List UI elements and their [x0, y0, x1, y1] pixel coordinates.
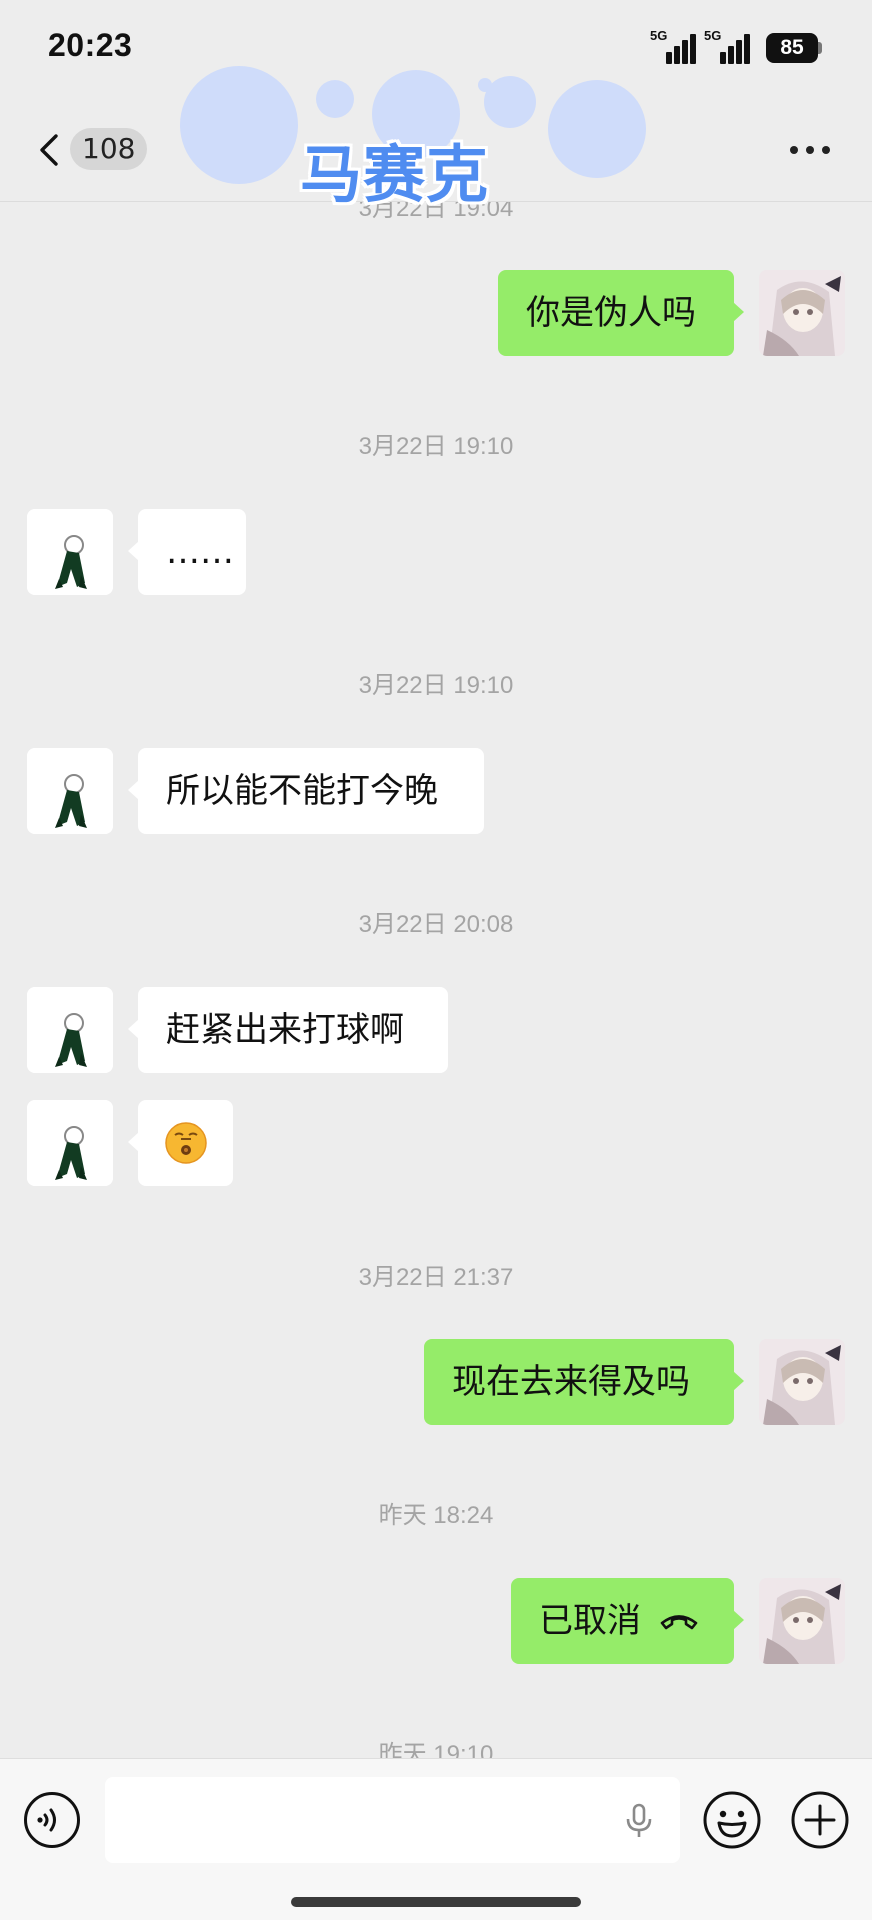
self-avatar[interactable] [759, 270, 845, 356]
battery-icon: 85 [766, 33, 818, 63]
network-type-label: 5G [704, 28, 722, 43]
zipper-mouth-face-icon [164, 1122, 207, 1164]
chat-header: 108 马赛克 [0, 66, 872, 211]
hooded-figure-avatar-image [27, 1100, 113, 1186]
message-bubble-received-emoji[interactable] [128, 1100, 233, 1186]
chat-title: 马赛克 [300, 138, 490, 211]
call-status-label: 已取消 [539, 1601, 641, 1641]
anime-girl-avatar-image [759, 1339, 845, 1425]
call-cancelled-bubble[interactable]: 已取消 [511, 1578, 744, 1664]
home-indicator[interactable] [291, 1897, 581, 1907]
contact-avatar[interactable] [27, 748, 113, 834]
self-avatar[interactable] [759, 1339, 845, 1425]
contact-avatar[interactable] [27, 509, 113, 595]
message-list[interactable]: 3月22日 19:04 你是伪人吗 3月22日 19:10 …… 3月22日 1… [0, 0, 872, 1758]
timestamp: 3月22日 20:08 [358, 911, 514, 938]
timestamp: 昨天 18:24 [378, 1502, 494, 1529]
decorative-bubble [316, 80, 354, 118]
message-bubble-sent[interactable]: 现在去来得及吗 [424, 1339, 744, 1425]
anime-girl-avatar-image [759, 270, 845, 356]
message-bubble-received[interactable]: …… [128, 509, 246, 595]
anime-girl-avatar-image [759, 1578, 845, 1664]
hooded-figure-avatar-image [27, 748, 113, 834]
more-functions-plus-icon[interactable] [790, 1790, 850, 1850]
timestamp: 3月22日 19:10 [358, 433, 514, 460]
signal-strength-icon: 5G [650, 28, 696, 64]
battery-cap [818, 42, 822, 54]
hooded-figure-avatar-image [27, 987, 113, 1073]
microphone-icon[interactable] [624, 1803, 654, 1839]
timestamp: 昨天 19:10 [378, 1741, 494, 1758]
self-avatar[interactable] [759, 1578, 845, 1664]
hooded-figure-avatar-image [27, 509, 113, 595]
voice-input-toggle-icon[interactable] [23, 1791, 81, 1849]
decorative-bubble [484, 76, 536, 128]
phone-hangup-icon [660, 1614, 698, 1629]
message-bubble-sent[interactable]: 你是伪人吗 [498, 270, 744, 356]
signal-strength-icon: 5G [704, 28, 750, 64]
more-options-icon[interactable] [788, 146, 832, 156]
decorative-bubble [180, 66, 298, 184]
timestamp: 3月22日 21:37 [358, 1264, 514, 1291]
decorative-bubble [548, 80, 646, 178]
back-arrow-icon[interactable] [36, 132, 64, 168]
message-bubble-received[interactable]: 赶紧出来打球啊 [128, 987, 448, 1073]
network-type-label: 5G [650, 28, 668, 43]
contact-avatar[interactable] [27, 1100, 113, 1186]
emoji-picker-icon[interactable] [702, 1790, 762, 1850]
message-bubble-received[interactable]: 所以能不能打今晚 [128, 748, 484, 834]
message-input[interactable] [105, 1777, 680, 1863]
chat-screen: 3月22日 19:04 你是伪人吗 3月22日 19:10 …… 3月22日 1… [0, 0, 872, 1920]
contact-avatar[interactable] [27, 987, 113, 1073]
status-time: 20:23 [48, 27, 133, 63]
timestamp: 3月22日 19:10 [358, 672, 514, 699]
unread-count-badge[interactable]: 108 [70, 128, 148, 170]
input-bar [0, 1758, 872, 1920]
